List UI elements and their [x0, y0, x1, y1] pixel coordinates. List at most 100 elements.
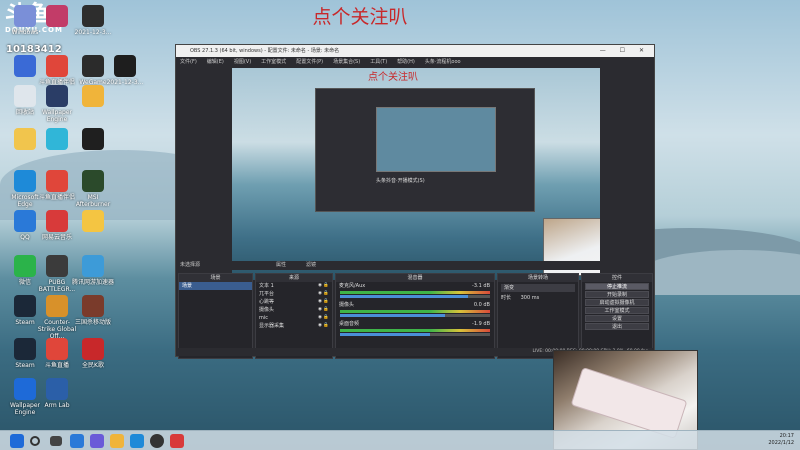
app-icon [82, 85, 104, 107]
visibility-lock-icon[interactable]: ◉ 🔒 [318, 282, 329, 290]
menu-item[interactable]: 工具(T) [370, 57, 387, 68]
obs-icon[interactable] [150, 434, 164, 448]
menu-item[interactable]: 编辑(E) [207, 57, 224, 68]
filters-button[interactable]: 滤镜 [306, 261, 316, 270]
preview-canvas: 点个关注叭 头条抖音·开播模式(S) [232, 68, 600, 280]
app-icon [82, 295, 104, 317]
transitions-dock: 场景转场 渐变 时长 300 ms [497, 273, 579, 359]
visibility-lock-icon[interactable]: ◉ 🔒 [318, 306, 329, 314]
desktop-icon-label: 网易云音乐 [41, 234, 72, 241]
app-icon [82, 55, 104, 77]
control-button[interactable]: 开始录制 [585, 291, 649, 298]
menu-item[interactable]: 配置文件(P) [296, 57, 323, 68]
properties-button[interactable]: 属性 [276, 261, 286, 270]
app-icon [14, 255, 36, 277]
control-button[interactable]: 退出 [585, 323, 649, 330]
menu-item[interactable]: 工作室模式 [261, 57, 286, 68]
app-icon [114, 55, 136, 77]
desktop-icon-label: 腾讯网游加速器 [72, 279, 115, 286]
source-item[interactable]: 摄像头 ◉ 🔒 [256, 306, 332, 314]
visibility-lock-icon[interactable]: ◉ 🔒 [318, 322, 329, 330]
obs-preview[interactable]: 点个关注叭 头条抖音·开播模式(S) [232, 68, 600, 280]
task-view-icon[interactable] [50, 436, 62, 446]
desktop-icon[interactable] [72, 210, 114, 234]
app-icon [14, 210, 36, 232]
app-icon [46, 85, 68, 107]
obs-title-bar[interactable]: OBS 27.1.3 (64 bit, windows) - 配置文件: 未命名… [176, 45, 654, 57]
app-icon[interactable] [170, 434, 184, 448]
app-icon [46, 128, 68, 150]
desktop-icon[interactable]: 三国杀移动版 [72, 295, 114, 326]
visibility-lock-icon[interactable]: ◉ 🔒 [318, 290, 329, 298]
source-item[interactable]: mic ◉ 🔒 [256, 314, 332, 322]
desktop-icon[interactable]: MSI Afterburner [72, 170, 114, 208]
preview-overlay-title: 点个关注叭 [368, 72, 418, 83]
edge-icon[interactable] [130, 434, 144, 448]
background-hill [640, 250, 800, 295]
app-icon [46, 378, 68, 400]
app-icon [46, 255, 68, 277]
app-icon [82, 128, 104, 150]
menu-item[interactable]: 头条·流程机ooo [425, 57, 461, 68]
scene-item[interactable]: 场景 [179, 282, 252, 290]
volume-slider[interactable] [340, 314, 490, 317]
control-button[interactable]: 启动虚拟摄像机 [585, 299, 649, 306]
nested-obs-window: 头条抖音·开播模式(S) [315, 88, 535, 212]
desktop-icon-label: 2021-12-3... [74, 29, 112, 36]
chat-icon[interactable] [90, 434, 104, 448]
control-button[interactable]: 工作室模式 [585, 307, 649, 314]
controls-header: 控件 [582, 274, 652, 282]
app-icon [14, 295, 36, 317]
app-icon [14, 85, 36, 107]
source-item[interactable]: 文本 1 ◉ 🔒 [256, 282, 332, 290]
app-icon [46, 5, 68, 27]
app-icon [46, 170, 68, 192]
audio-meter [340, 291, 490, 294]
explorer-icon[interactable] [110, 434, 124, 448]
app-icon [14, 170, 36, 192]
app-icon [46, 295, 68, 317]
desktop-icon[interactable]: 2021-12-3... [104, 55, 146, 86]
desktop-icon[interactable] [72, 128, 114, 152]
visibility-lock-icon[interactable]: ◉ 🔒 [318, 314, 329, 322]
app-icon [46, 210, 68, 232]
control-button[interactable]: 设置 [585, 315, 649, 322]
transition-duration[interactable]: 时长 300 ms [498, 294, 578, 302]
control-button[interactable]: 停止推流 [585, 283, 649, 290]
menu-item[interactable]: 帮助(H) [397, 57, 415, 68]
mixer-header: 混音器 [336, 274, 494, 282]
controls-dock: 控件 停止推流 开始录制 启动虚拟摄像机 工作室模式 设置 退出 [581, 273, 653, 359]
visibility-lock-icon[interactable]: ◉ 🔒 [318, 298, 329, 306]
search-icon[interactable] [30, 436, 40, 446]
source-item[interactable]: 心跳等 ◉ 🔒 [256, 298, 332, 306]
app-icon [82, 210, 104, 232]
no-source-label: 未选择源 [180, 262, 201, 268]
source-item[interactable]: 显示器采集 ◉ 🔒 [256, 322, 332, 330]
app-icon [46, 55, 68, 77]
desktop-icon-label: Wallpaper Engine [41, 109, 72, 123]
desktop-icon[interactable]: 2021-12-3... [72, 5, 114, 36]
audio-meter [340, 310, 490, 313]
transition-type-select[interactable]: 渐变 [501, 284, 575, 292]
system-clock[interactable]: 20:17 2022/1/12 [768, 433, 794, 447]
source-toolbar: 未选择源 属性 滤镜 [176, 261, 654, 270]
widgets-icon[interactable] [70, 434, 84, 448]
menu-item[interactable]: 文件(F) [180, 57, 197, 68]
source-item[interactable]: 兀平台 ◉ 🔒 [256, 290, 332, 298]
desktop-icon[interactable]: 全民K歌 [72, 338, 114, 369]
menu-item[interactable]: 视图(V) [234, 57, 251, 68]
menu-item[interactable]: 场景集合(S) [333, 57, 360, 68]
obs-window[interactable]: OBS 27.1.3 (64 bit, windows) - 配置文件: 未命名… [175, 44, 655, 359]
volume-slider[interactable] [340, 295, 490, 298]
sources-dock: 来源 文本 1 ◉ 🔒 兀平台 ◉ 🔒 心跳等 ◉ 🔒 摄像头 ◉ 🔒 mic ◉ 🔒 显示器采集 ◉… [255, 273, 333, 359]
desktop-icon[interactable]: 腾讯网游加速器 [72, 255, 114, 286]
sources-header: 来源 [256, 274, 332, 282]
app-icon [14, 5, 36, 27]
window-controls[interactable]: — ☐ ✕ [600, 45, 650, 57]
start-icon[interactable] [10, 434, 24, 448]
app-icon [82, 338, 104, 360]
app-icon [14, 378, 36, 400]
desktop-icon[interactable]: Arm Lab [36, 378, 78, 409]
desktop-icon[interactable] [72, 85, 114, 109]
volume-slider[interactable] [340, 333, 490, 336]
